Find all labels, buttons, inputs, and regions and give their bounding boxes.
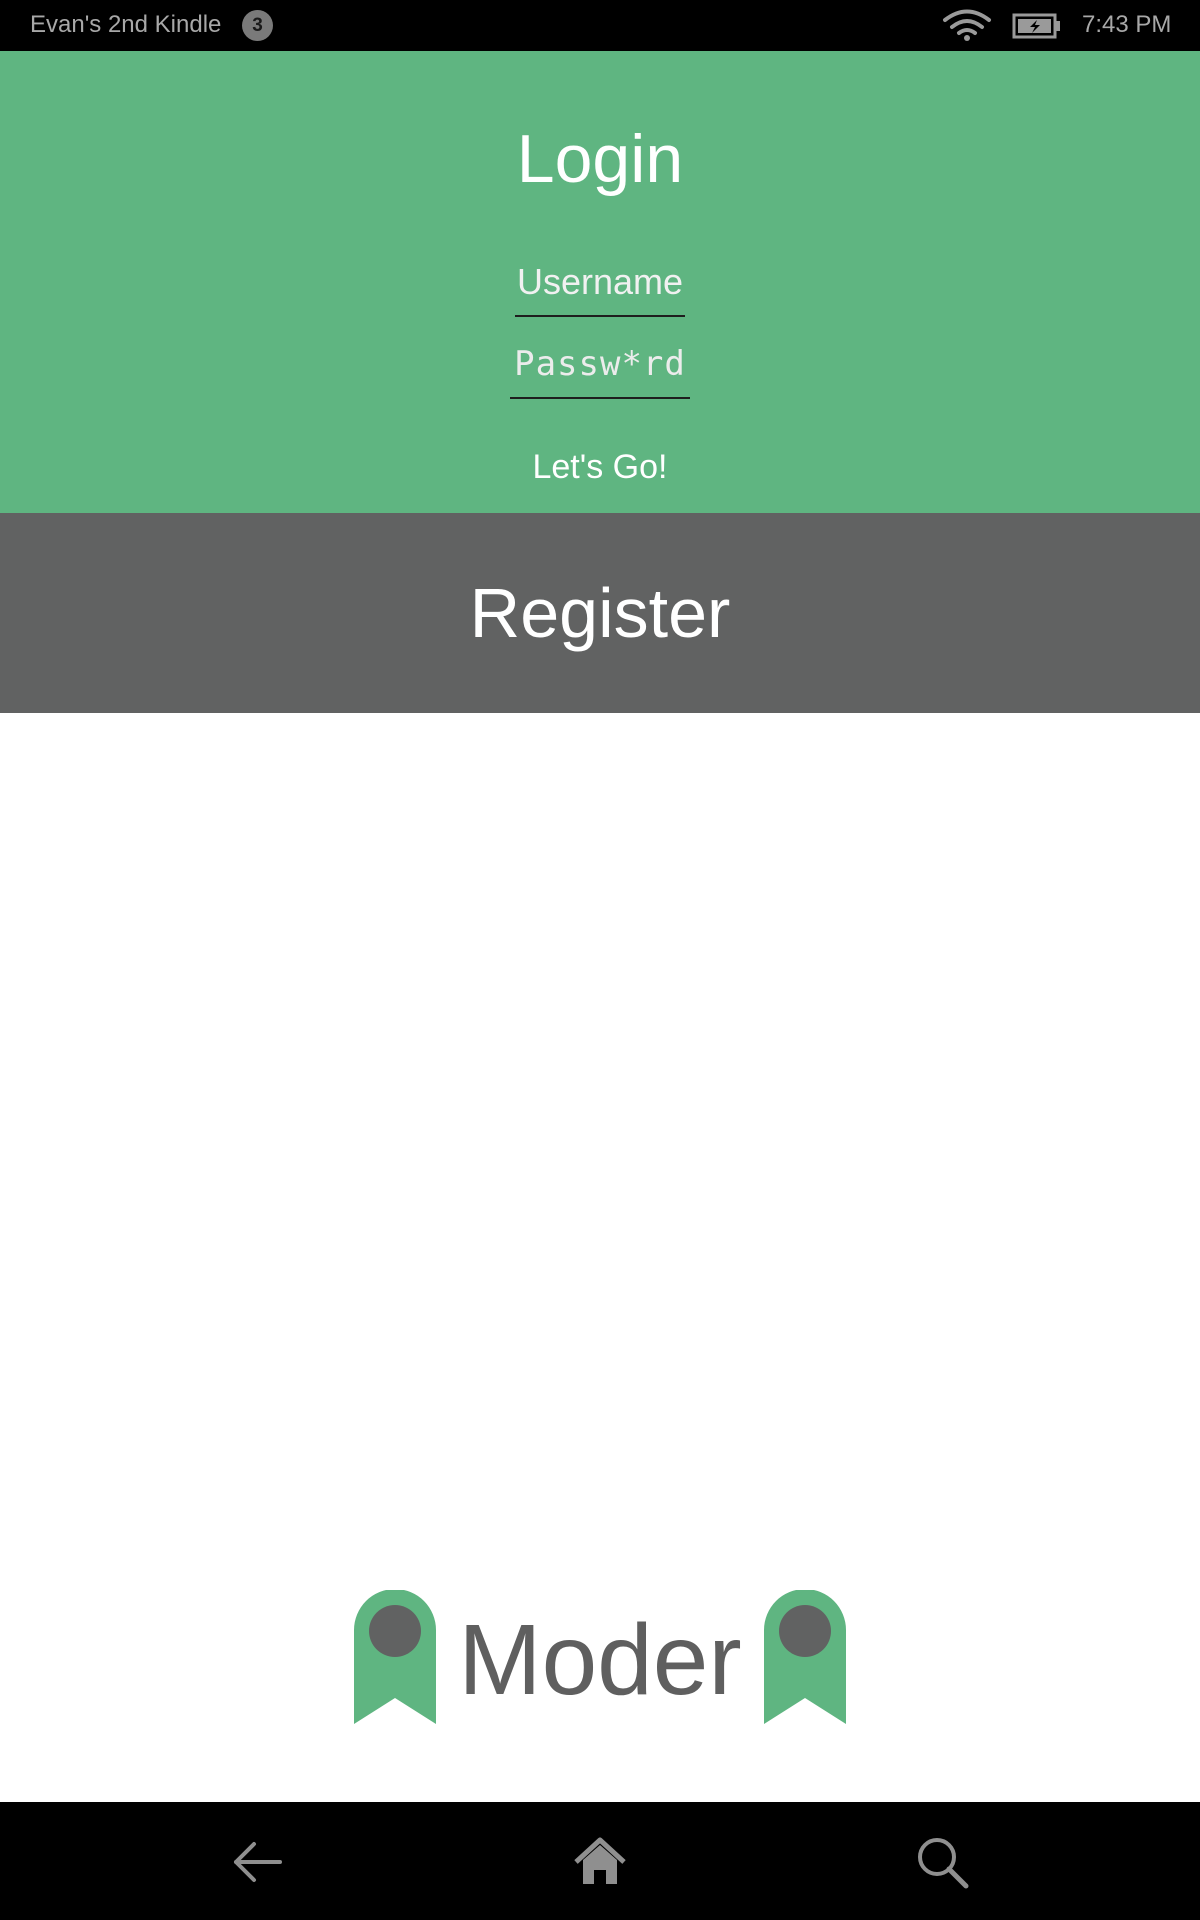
register-label: Register (469, 574, 731, 652)
lets-go-button-wrapper: Let's Go! (0, 442, 1200, 492)
username-field-wrapper: Username (0, 257, 1200, 317)
password-input[interactable]: Passw*rd (510, 339, 690, 399)
search-icon[interactable] (912, 1832, 972, 1892)
app-logo: Moder (0, 1588, 1200, 1728)
back-arrow-icon[interactable] (228, 1832, 288, 1892)
app-screen: Evan's 2nd Kindle 3 7:43 PM Login Userna… (0, 0, 1200, 1920)
logo-text: Moder (458, 1604, 742, 1716)
username-input[interactable]: Username (514, 257, 686, 317)
lets-go-button[interactable]: Let's Go! (532, 448, 667, 486)
ribbon-badge-icon (764, 1590, 846, 1724)
password-field-wrapper: Passw*rd (0, 339, 1200, 399)
ribbon-badge-icon (354, 1590, 436, 1724)
status-bar: Evan's 2nd Kindle 3 7:43 PM (0, 0, 1200, 51)
login-title: Login (516, 121, 684, 197)
home-icon[interactable] (570, 1832, 630, 1892)
device-name: Evan's 2nd Kindle (30, 11, 222, 38)
battery-charging-icon (1012, 13, 1060, 39)
wifi-icon (943, 9, 991, 41)
notification-badge[interactable]: 3 (242, 10, 273, 41)
status-clock: 7:43 PM (1082, 11, 1172, 38)
navigation-bar (0, 1802, 1200, 1920)
login-panel: Login Username Passw*rd Let's Go! (0, 51, 1200, 513)
register-button[interactable]: Register (0, 513, 1200, 713)
